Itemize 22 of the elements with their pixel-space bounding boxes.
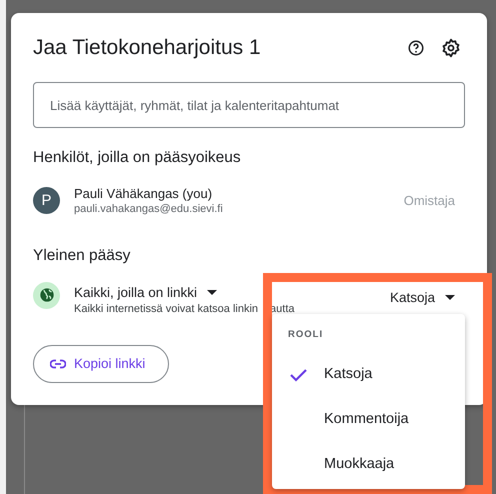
search-field[interactable]: Lisää käyttäjät, ryhmät, tilat ja kalenteritapahtumat (33, 82, 465, 128)
caret-icon (207, 290, 218, 296)
caret-icon (445, 294, 455, 301)
menu-item[interactable]: Muokkaaja (272, 442, 465, 488)
person-email: pauli.vahakangas@edu.sievi.fi (74, 202, 224, 216)
help-icon[interactable] (407, 39, 425, 57)
dialog-title: Jaa Tietokoneharjoitus 1 (33, 35, 262, 61)
link-icon (50, 358, 66, 369)
role-label: Omistaja (404, 192, 455, 210)
globe-icon (33, 282, 60, 308)
section-heading: Yleinen pääsy (33, 246, 132, 266)
settings-icon[interactable] (441, 38, 461, 58)
avatar: P (33, 187, 60, 214)
menu-item[interactable]: Katsoja (272, 352, 465, 398)
person-name: Pauli Vähäkangas (you) (74, 185, 214, 202)
access-description: Kaikki internetissä voivat katsoa linkin (74, 302, 258, 316)
menu-item[interactable]: Kommentoija (272, 397, 465, 442)
access-dropdown[interactable]: Kaikki, joilla on linkki (74, 282, 218, 303)
copy-link-button[interactable]: Kopioi linkki (33, 344, 169, 383)
menu-heading: ROOLI (287, 328, 324, 342)
role-dropdown[interactable]: Katsoja (390, 288, 455, 308)
section-heading: Henkilöt, joilla on pääsyoikeus (33, 148, 242, 168)
